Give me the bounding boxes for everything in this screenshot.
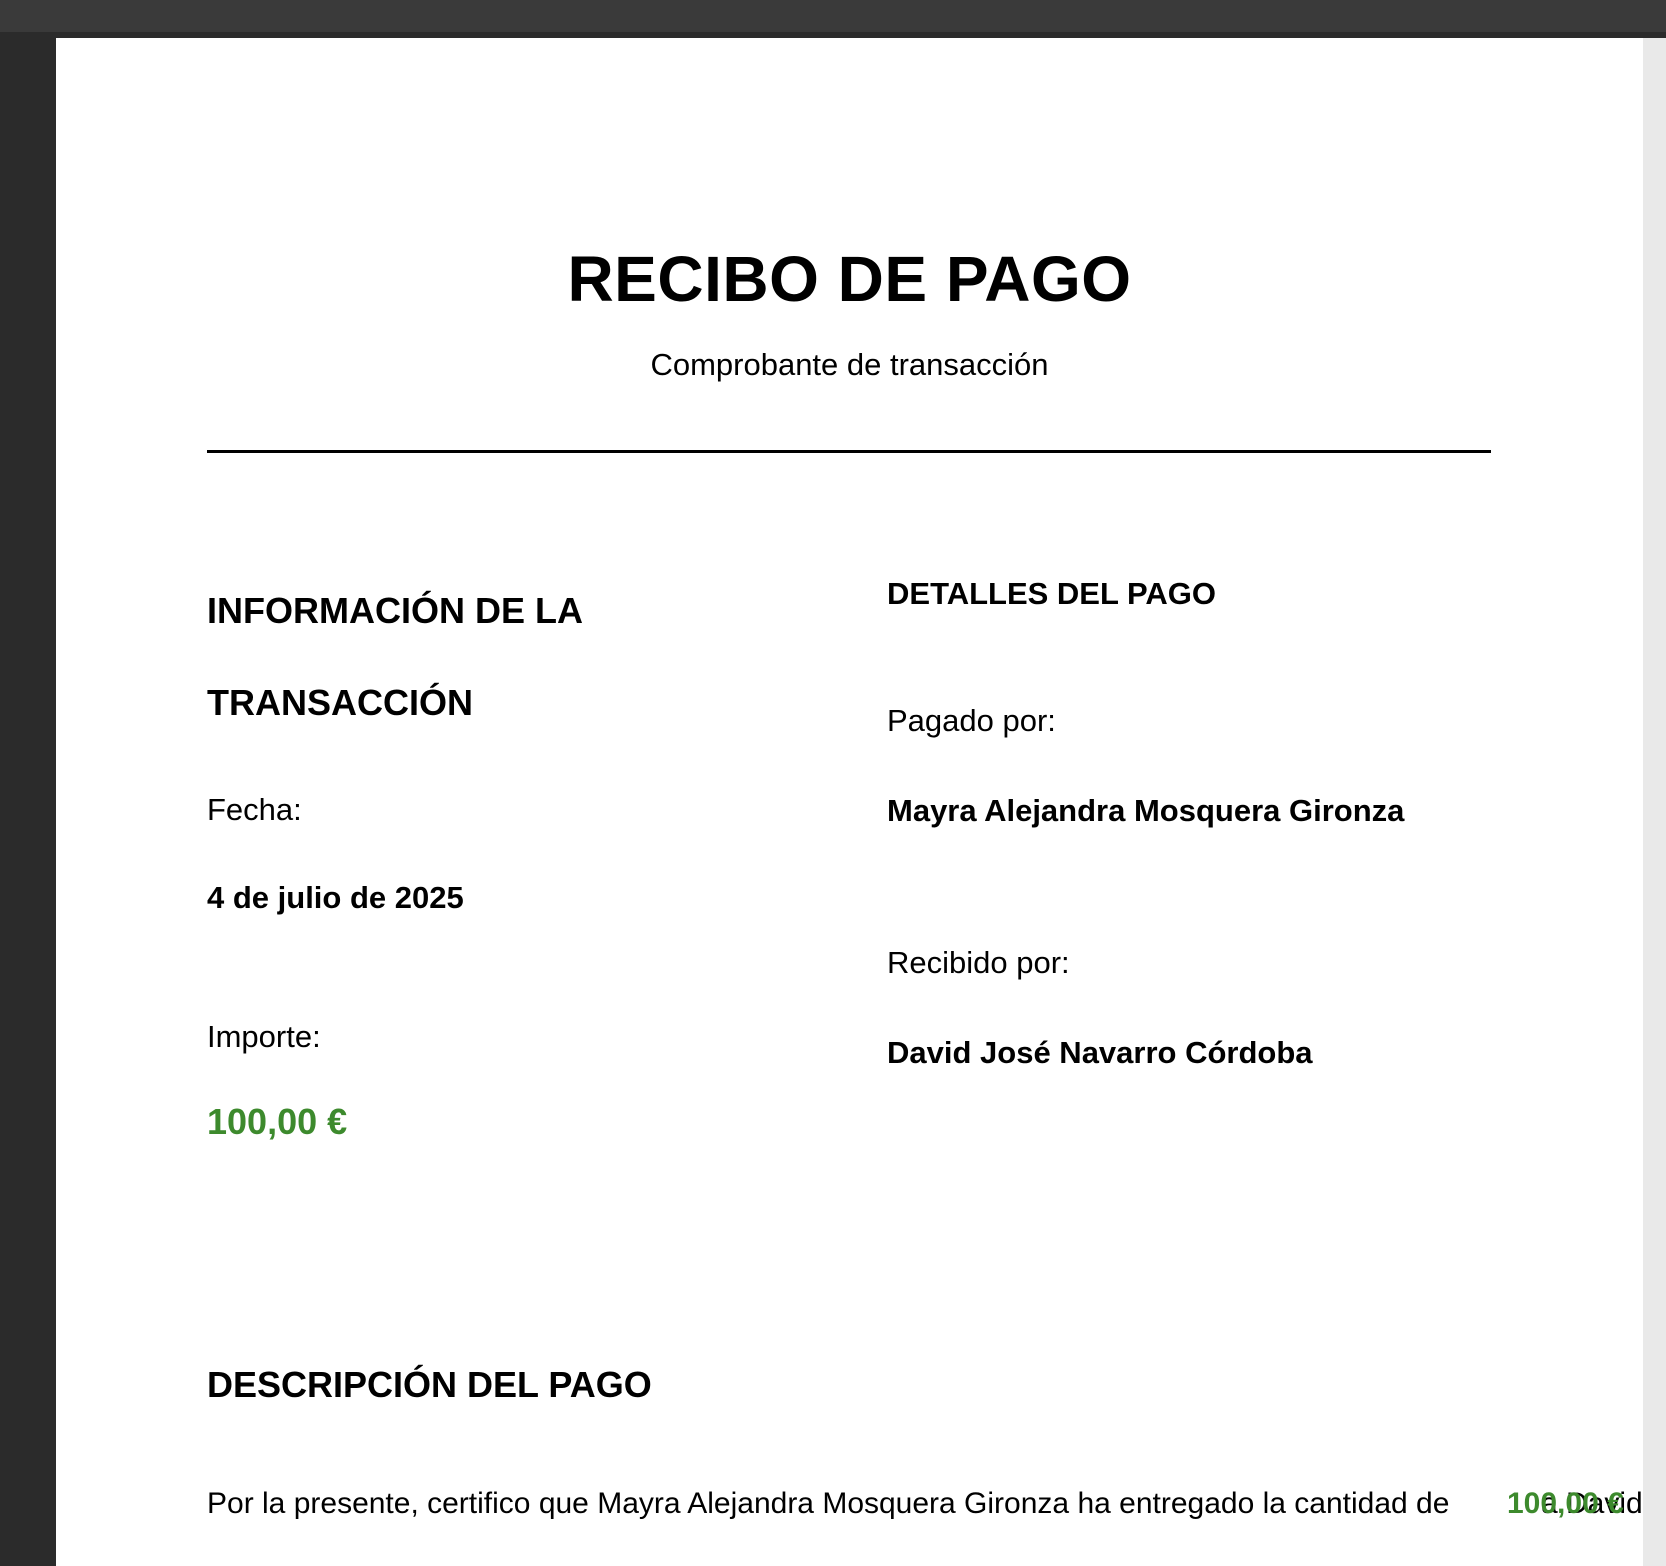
payment-details-heading: DETALLES DEL PAGO xyxy=(887,576,1216,611)
amount-label: Importe: xyxy=(207,1019,321,1054)
paid-by-value: Mayra Alejandra Mosquera Gironza xyxy=(887,793,1405,828)
date-label: Fecha: xyxy=(207,792,302,827)
payment-description-amount: 100,00 € xyxy=(1507,1487,1624,1520)
amount-value: 100,00 € xyxy=(207,1101,348,1142)
receipt-title: RECIBO DE PAGO xyxy=(567,243,1132,315)
receipt-subtitle: Comprobante de transacción xyxy=(650,347,1049,382)
payment-description-text: Por la presente, certifico que Mayra Ale… xyxy=(207,1487,1450,1520)
payment-description-heading: DESCRIPCIÓN DEL PAGO xyxy=(207,1364,652,1405)
viewer-right-edge xyxy=(1643,38,1666,1566)
received-by-label: Recibido por: xyxy=(887,945,1070,980)
viewer-top-bar xyxy=(0,0,1666,32)
document-page: RECIBO DE PAGO Comprobante de transacció… xyxy=(56,38,1643,1566)
transaction-info-heading: INFORMACIÓN DE LA TRANSACCIÓN xyxy=(207,590,582,723)
date-value: 4 de julio de 2025 xyxy=(207,880,464,915)
divider-rule xyxy=(207,450,1491,453)
received-by-value: David José Navarro Córdoba xyxy=(887,1035,1313,1070)
paid-by-label: Pagado por: xyxy=(887,703,1056,738)
